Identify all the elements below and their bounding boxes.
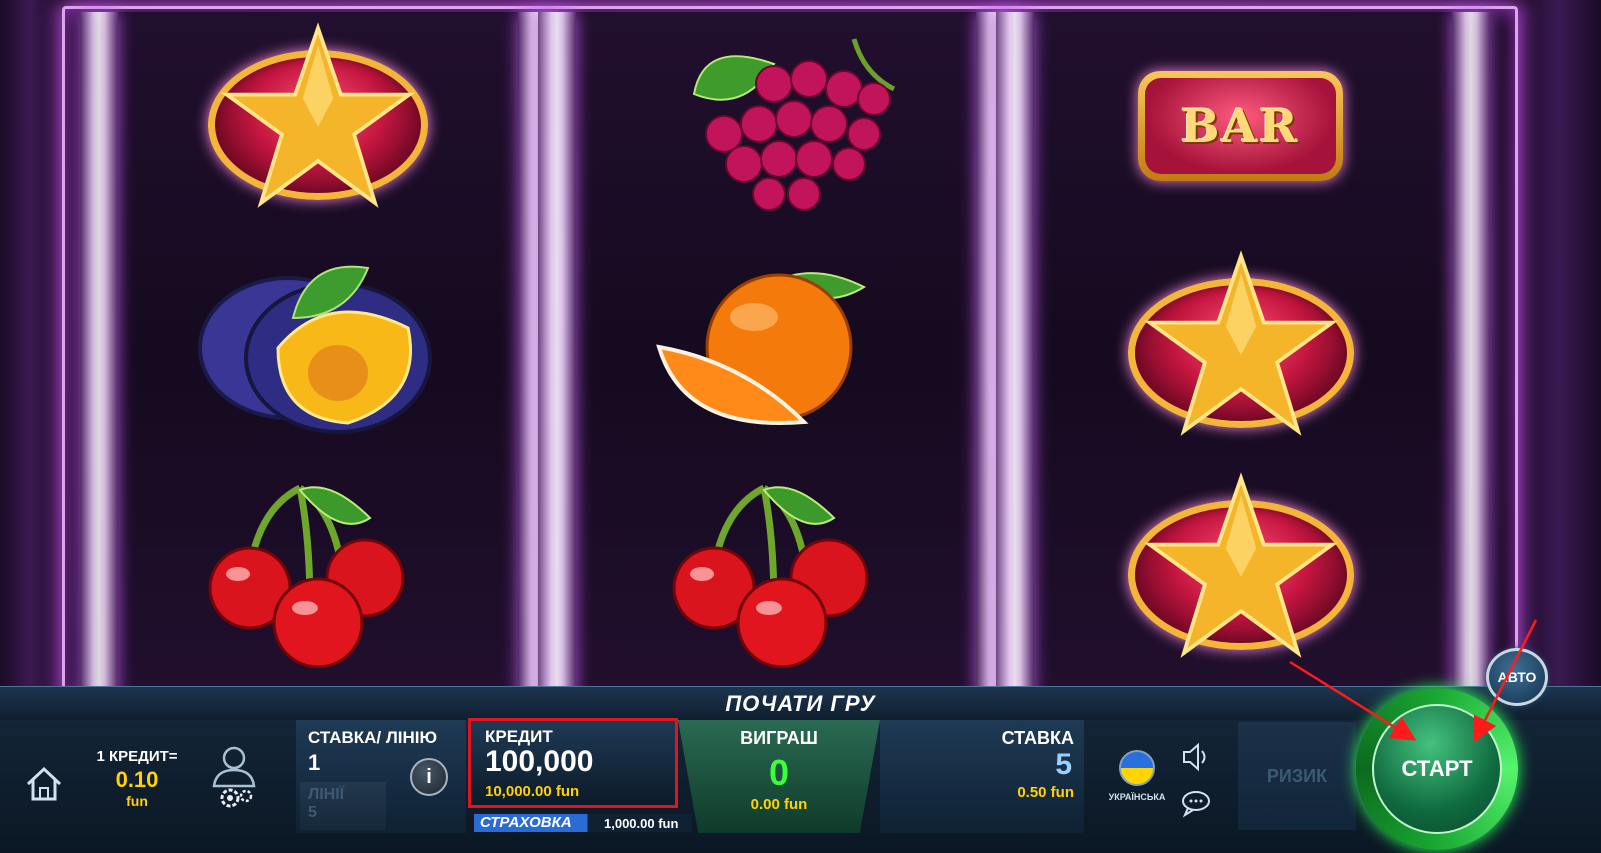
right-decor	[1517, 0, 1601, 700]
language-selector[interactable]: УКРАЇНСЬКА	[1106, 750, 1168, 802]
reel-divider	[80, 12, 118, 700]
insurance-label: СТРАХОВКА	[480, 814, 572, 831]
stake-per-line-panel[interactable]: СТАВКА/ ЛІНІЮ 1 ЛІНІЇ 5 i	[296, 720, 466, 833]
start-button[interactable]: СТАРТ	[1372, 704, 1502, 834]
star-symbol	[1128, 472, 1354, 670]
lines-selector[interactable]: ЛІНІЇ 5	[300, 782, 386, 830]
lines-label: ЛІНІЇ	[308, 786, 345, 803]
credit-fun: 10,000.00 fun	[485, 783, 580, 800]
user-gear-icon	[212, 746, 256, 808]
star-symbol	[208, 22, 428, 220]
home-button[interactable]	[22, 762, 66, 806]
reel-divider	[996, 12, 1034, 700]
total-stake-value: 5	[1055, 748, 1072, 781]
credit-rate-value: 0.10	[115, 767, 159, 792]
grapes-symbol	[664, 34, 908, 214]
total-stake-fun: 0.50 fun	[1017, 784, 1074, 801]
credit-label: КРЕДИТ	[485, 727, 553, 746]
win-value: 0	[768, 752, 790, 793]
lines-value: 5	[308, 804, 317, 821]
auto-button[interactable]: АВТО	[1486, 648, 1548, 706]
win-panel: ВИГРАШ 0 0.00 fun	[678, 720, 880, 833]
insurance-value: 1,000.00 fun	[604, 816, 679, 831]
cherry-symbol	[190, 478, 420, 668]
cherry-icon	[672, 484, 869, 668]
left-decor	[0, 0, 60, 700]
win-label: ВИГРАШ	[740, 728, 818, 748]
ukraine-flag-icon	[1119, 750, 1155, 786]
orange-symbol	[654, 262, 880, 442]
bar-label: BAR	[1144, 78, 1336, 174]
grapes-icon	[692, 38, 896, 211]
plum-symbol	[198, 258, 438, 438]
reel-divider	[538, 12, 576, 700]
bar-symbol: BAR	[1136, 66, 1344, 186]
credit-rate-label: 1 КРЕДИТ=	[96, 748, 178, 765]
slot-reels-area: BAR	[0, 0, 1601, 700]
total-stake-panel[interactable]: СТАВКА 5 0.50 fun	[880, 720, 1084, 833]
risk-button[interactable]: РИЗИК	[1238, 722, 1356, 830]
plum-icon	[198, 265, 432, 434]
stake-per-line-value: 1	[308, 750, 321, 775]
insurance-bar[interactable]: СТРАХОВКА 1,000.00 fun	[474, 814, 692, 832]
credit-panel: КРЕДИТ 100,000 10,000.00 fun	[468, 718, 678, 808]
credit-rate-unit: fun	[126, 793, 148, 809]
start-game-banner[interactable]: ПОЧАТИ ГРУ	[0, 686, 1601, 720]
star-icon	[220, 22, 416, 208]
chat-button[interactable]	[1180, 788, 1212, 818]
win-fun: 0.00 fun	[750, 796, 808, 813]
profile-settings-button[interactable]	[206, 742, 262, 812]
orange-icon	[656, 272, 867, 425]
star-symbol	[1128, 250, 1354, 448]
speaker-icon	[1183, 742, 1206, 772]
reel-divider	[1452, 12, 1490, 700]
star-icon	[1143, 250, 1339, 436]
info-button[interactable]: i	[410, 758, 448, 796]
credit-value: 100,000	[485, 745, 594, 778]
language-label: УКРАЇНСЬКА	[1108, 792, 1166, 802]
chat-icon	[1182, 791, 1210, 818]
home-icon	[26, 766, 62, 801]
total-stake-label: СТАВКА	[1001, 728, 1074, 748]
star-icon	[1143, 472, 1339, 658]
cherry-icon	[208, 484, 405, 668]
cherry-symbol	[654, 478, 884, 668]
stake-per-line-label: СТАВКА/ ЛІНІЮ	[308, 728, 438, 747]
credit-value-info: 1 КРЕДИТ= 0.10 fun	[82, 748, 192, 809]
sound-button[interactable]	[1180, 742, 1212, 772]
